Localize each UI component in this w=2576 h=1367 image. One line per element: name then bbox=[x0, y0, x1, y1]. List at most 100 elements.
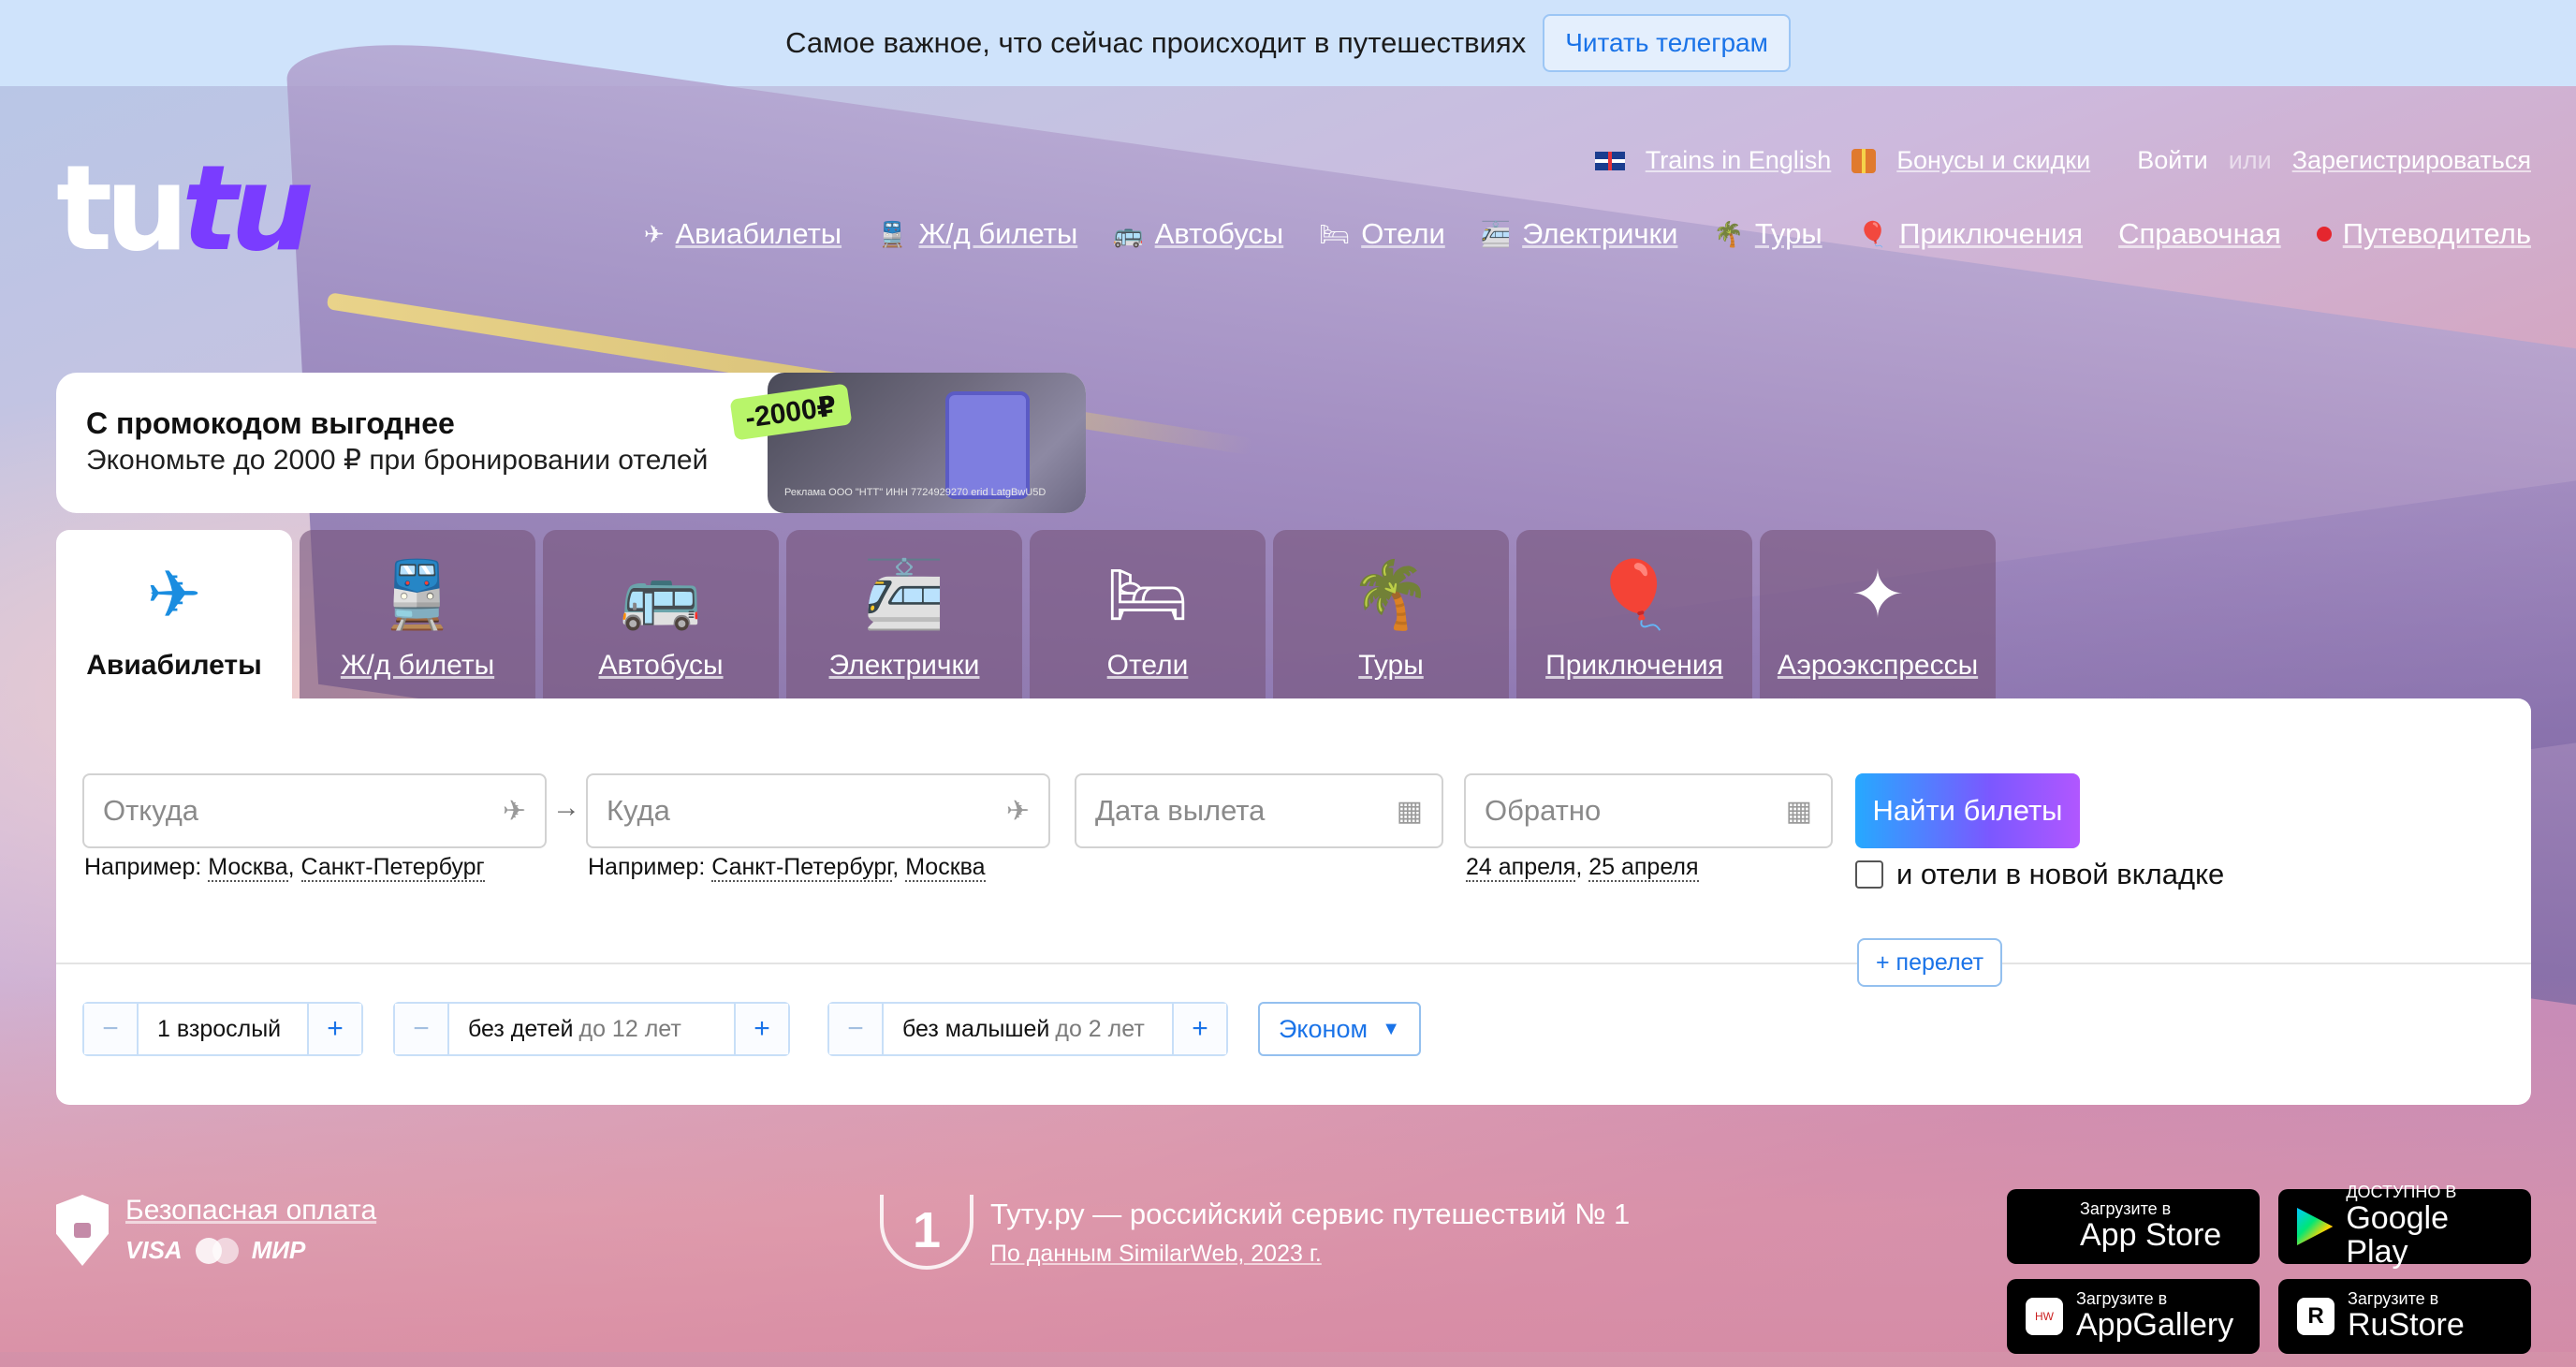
google-play-button[interactable]: ДОСТУПНО В Google Play bbox=[2278, 1183, 2531, 1269]
minus-button[interactable]: − bbox=[395, 1004, 447, 1054]
payment-logos: VISA МИР bbox=[125, 1236, 376, 1265]
nav-item-commuter[interactable]: 🚈 Электрички bbox=[1481, 217, 1678, 251]
bus-icon: 🚌 bbox=[1113, 219, 1144, 248]
hint-spb[interactable]: Санкт-Петербург bbox=[300, 854, 485, 882]
hint-date-1[interactable]: 24 апреля bbox=[1466, 854, 1576, 882]
secure-payment-link[interactable]: Безопасная оплата bbox=[125, 1195, 376, 1227]
nav-item-trains[interactable]: 🚆 Ж/д билеты bbox=[877, 217, 1077, 251]
app-gallery-button[interactable]: HW Загрузите в AppGallery bbox=[2007, 1279, 2260, 1354]
nav-item-tours[interactable]: 🌴 Туры bbox=[1713, 217, 1822, 251]
tab-commuter[interactable]: 🚈 Электрички bbox=[786, 530, 1022, 698]
register-link[interactable]: Зарегистрироваться bbox=[2292, 146, 2531, 175]
huawei-icon: HW bbox=[2026, 1298, 2063, 1335]
commuter-train-icon: 🚈 bbox=[1480, 219, 1512, 248]
google-play-icon bbox=[2297, 1208, 2334, 1245]
tab-aeroexpress[interactable]: ✦ Аэроэкспрессы bbox=[1760, 530, 1996, 698]
from-input[interactable] bbox=[103, 794, 442, 828]
bonuses-link[interactable]: Бонусы и скидки bbox=[1896, 146, 2090, 175]
from-hint: Например: Москва, Санкт-Петербург bbox=[84, 854, 485, 882]
tutu-logo[interactable]: tutu bbox=[56, 150, 315, 268]
app-store-button[interactable]: Загрузите в App Store bbox=[2007, 1189, 2260, 1264]
children-stepper: − без детей до 12 лет + bbox=[393, 1002, 790, 1056]
plane-icon: ✈ bbox=[146, 558, 202, 631]
nav-item-guide[interactable]: Путеводитель bbox=[2316, 217, 2531, 251]
date-hint: 24 апреля, 25 апреля bbox=[1466, 854, 1699, 882]
plus-button[interactable]: + bbox=[736, 1004, 788, 1054]
shield-lock-icon bbox=[56, 1195, 109, 1266]
hint-date-2[interactable]: 25 апреля bbox=[1588, 854, 1699, 882]
promo-title: С промокодом выгоднее bbox=[86, 406, 455, 440]
return-date-input[interactable] bbox=[1485, 794, 1747, 828]
suitcase-image bbox=[945, 391, 1030, 499]
plus-button[interactable]: + bbox=[1174, 1004, 1226, 1054]
nav-item-buses[interactable]: 🚌 Автобусы bbox=[1113, 217, 1283, 251]
calendar-icon: ▦ bbox=[1785, 795, 1812, 827]
uk-flag-icon bbox=[1594, 151, 1625, 170]
tab-trains[interactable]: 🚆 Ж/д билеты bbox=[300, 530, 535, 698]
bed-icon: 🛏 bbox=[1319, 219, 1351, 248]
main-nav: ✈ Авиабилеты 🚆 Ж/д билеты 🚌 Автобусы 🛏 Отели… bbox=[644, 217, 2531, 251]
to-input[interactable] bbox=[607, 794, 945, 828]
nav-item-avia[interactable]: ✈ Авиабилеты bbox=[644, 217, 842, 251]
rustore-icon: R bbox=[2297, 1298, 2334, 1335]
hint-moscow[interactable]: Москва bbox=[208, 854, 288, 882]
plane-icon: ✈ bbox=[1005, 795, 1030, 827]
tab-avia[interactable]: ✈ Авиабилеты bbox=[56, 530, 292, 698]
read-telegram-button[interactable]: Читать телеграм bbox=[1543, 14, 1791, 72]
transport-tabs: ✈ Авиабилеты 🚆 Ж/д билеты 🚌 Автобусы 🚈 Элект… bbox=[56, 530, 1996, 698]
hint-moscow[interactable]: Москва bbox=[905, 854, 986, 882]
trains-in-english-link[interactable]: Trains in English bbox=[1646, 146, 1832, 175]
tab-buses[interactable]: 🚌 Автобусы bbox=[543, 530, 779, 698]
star-icon: ✦ bbox=[1850, 558, 1906, 631]
to-hint: Например: Санкт-Петербург, Москва bbox=[588, 854, 986, 882]
balloon-icon: 🎈 bbox=[1857, 219, 1889, 248]
page: Самое важное, что сейчас происходит в пу… bbox=[0, 0, 2576, 1367]
tab-tours[interactable]: 🌴 Туры bbox=[1273, 530, 1509, 698]
hint-spb[interactable]: Санкт-Петербург bbox=[711, 854, 893, 882]
commuter-train-icon: 🚈 bbox=[863, 558, 945, 631]
plane-icon: ✈ bbox=[643, 219, 665, 248]
infants-stepper: − без малышей до 2 лет + bbox=[827, 1002, 1228, 1056]
plus-button[interactable]: + bbox=[309, 1004, 361, 1054]
departure-date-input[interactable] bbox=[1095, 794, 1357, 828]
login-link[interactable]: Войти bbox=[2137, 146, 2208, 175]
nav-item-help[interactable]: Справочная bbox=[2118, 217, 2281, 251]
return-date-field[interactable]: ▦ bbox=[1464, 773, 1833, 848]
mir-logo: МИР bbox=[251, 1236, 306, 1264]
visa-logo: VISA bbox=[125, 1236, 183, 1264]
laurel-icon: 1 bbox=[880, 1195, 973, 1270]
app-store-badges: Загрузите в App Store ДОСТУПНО В Google Pl… bbox=[2007, 1183, 2531, 1354]
rustore-button[interactable]: R Загрузите в RuStore bbox=[2278, 1279, 2531, 1354]
balloon-icon: 🎈 bbox=[1593, 558, 1676, 631]
add-flight-button[interactable]: + перелет bbox=[1857, 938, 2003, 987]
secure-payment[interactable]: Безопасная оплата VISA МИР bbox=[56, 1195, 376, 1266]
plane-icon: ✈ bbox=[502, 795, 526, 827]
nav-item-hotels[interactable]: 🛏 Отели bbox=[1319, 217, 1445, 251]
footer-strip: Безопасная оплата VISA МИР 1 Туту.ру — р… bbox=[0, 1176, 2576, 1363]
rank-text: Туту.ру — российский сервис путешествий … bbox=[990, 1197, 1631, 1230]
hotels-new-tab-option[interactable]: и отели в новой вкладке bbox=[1855, 858, 2224, 891]
mastercard-logo bbox=[195, 1237, 239, 1264]
rank-badge: 1 Туту.ру — российский сервис путешестви… bbox=[880, 1195, 1630, 1270]
adults-stepper: − 1 взрослый + bbox=[82, 1002, 363, 1056]
from-field[interactable]: ✈ bbox=[82, 773, 547, 848]
bed-icon: 🛏 bbox=[1105, 558, 1190, 631]
gift-icon bbox=[1852, 148, 1877, 173]
bus-icon: 🚌 bbox=[620, 558, 702, 631]
tab-adventures[interactable]: 🎈 Приключения bbox=[1516, 530, 1752, 698]
hotels-checkbox[interactable] bbox=[1855, 860, 1883, 889]
minus-button[interactable]: − bbox=[829, 1004, 882, 1054]
departure-date-field[interactable]: ▦ bbox=[1075, 773, 1443, 848]
header-top-links: Trains in English Бонусы и скидки Войти … bbox=[1594, 146, 2531, 175]
minus-button[interactable]: − bbox=[84, 1004, 137, 1054]
to-field[interactable]: ✈ bbox=[586, 773, 1050, 848]
tab-hotels[interactable]: 🛏 Отели bbox=[1030, 530, 1266, 698]
promo-banner[interactable]: С промокодом выгоднее Экономьте до 2000 … bbox=[56, 373, 1086, 513]
train-icon: 🚆 bbox=[877, 219, 908, 248]
nav-item-adventures[interactable]: 🎈 Приключения bbox=[1858, 217, 2083, 251]
rank-source-link[interactable]: По данным SimilarWeb, 2023 г. bbox=[990, 1241, 1630, 1268]
arrow-right-icon: → bbox=[552, 792, 580, 823]
red-dot-icon bbox=[2316, 227, 2332, 242]
find-tickets-button[interactable]: Найти билеты bbox=[1855, 773, 2080, 848]
cabin-class-select[interactable]: Эконом ▼ bbox=[1258, 1002, 1421, 1056]
